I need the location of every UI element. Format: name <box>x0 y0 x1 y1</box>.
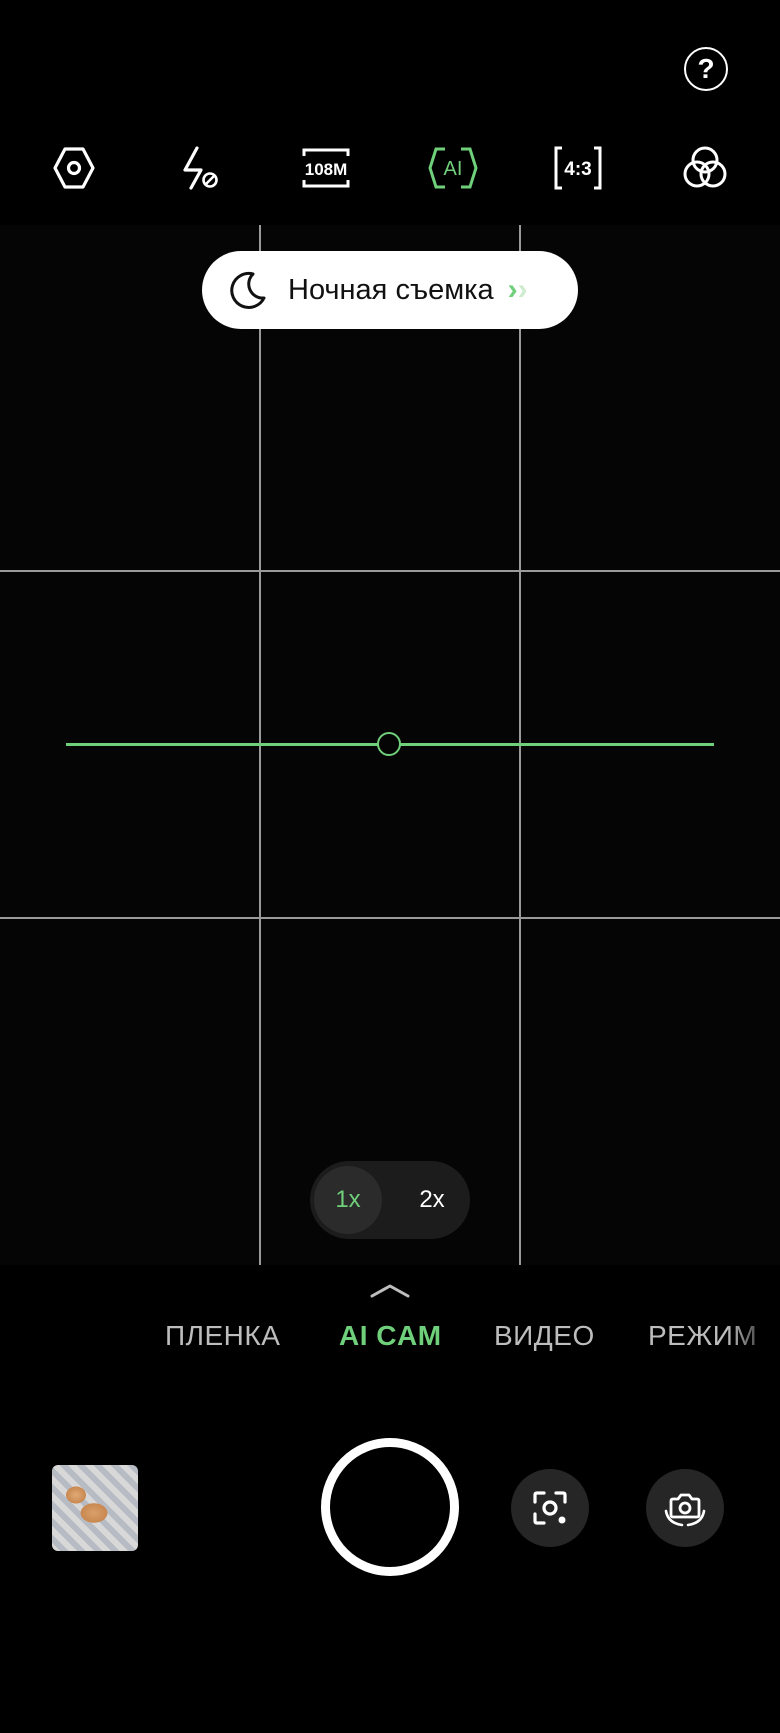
chevron-up-icon[interactable] <box>370 1280 410 1300</box>
google-lens-button[interactable] <box>511 1469 589 1547</box>
flash-button[interactable] <box>167 138 231 198</box>
zoom-1x-button[interactable]: 1x <box>314 1166 382 1234</box>
switch-camera-icon <box>664 1493 706 1527</box>
resolution-label: 108M <box>305 160 348 179</box>
zoom-selector: 1x 2x <box>310 1161 470 1239</box>
lens-icon <box>533 1491 567 1525</box>
viewfinder[interactable] <box>0 225 780 1265</box>
zoom-2x-button[interactable]: 2x <box>398 1166 466 1234</box>
help-button[interactable]: ? <box>684 47 728 91</box>
moon-icon <box>230 271 266 309</box>
filters-icon <box>683 146 727 188</box>
settings-button[interactable] <box>42 138 106 198</box>
mode-film[interactable]: ПЛЕНКА <box>165 1320 280 1352</box>
filters-button[interactable] <box>673 138 737 198</box>
switch-camera-button[interactable] <box>646 1469 724 1547</box>
shutter-button[interactable] <box>321 1438 459 1576</box>
grid-line-horizontal <box>0 917 780 919</box>
ai-label: AI <box>444 158 463 180</box>
108mp-icon: 108M <box>302 148 350 188</box>
camera-toolbar: 108M AI 4:3 <box>0 138 780 198</box>
chevron-right-icon: › <box>517 273 528 306</box>
chevron-right-icon: › <box>507 273 518 306</box>
resolution-button[interactable]: 108M <box>294 138 358 198</box>
aspect-ratio-button[interactable]: 4:3 <box>546 138 610 198</box>
mode-ai-cam[interactable]: AI CAM <box>339 1320 442 1352</box>
horizon-level-indicator <box>377 732 401 756</box>
ai-icon: AI <box>428 147 478 189</box>
gallery-thumbnail[interactable] <box>52 1465 138 1551</box>
mode-more[interactable]: РЕЖИМ <box>648 1320 780 1352</box>
ai-button[interactable]: AI <box>421 138 485 198</box>
mode-video[interactable]: ВИДЕО <box>494 1320 595 1352</box>
aspect-ratio-icon: 4:3 <box>554 146 602 190</box>
settings-icon <box>53 147 95 189</box>
aspect-ratio-label: 4:3 <box>564 159 591 180</box>
scene-label: Ночная съемка <box>288 273 494 306</box>
grid-line-horizontal <box>0 570 780 572</box>
night-mode-suggestion[interactable]: Ночная съемка › › <box>202 251 578 329</box>
flash-off-icon <box>183 146 218 190</box>
